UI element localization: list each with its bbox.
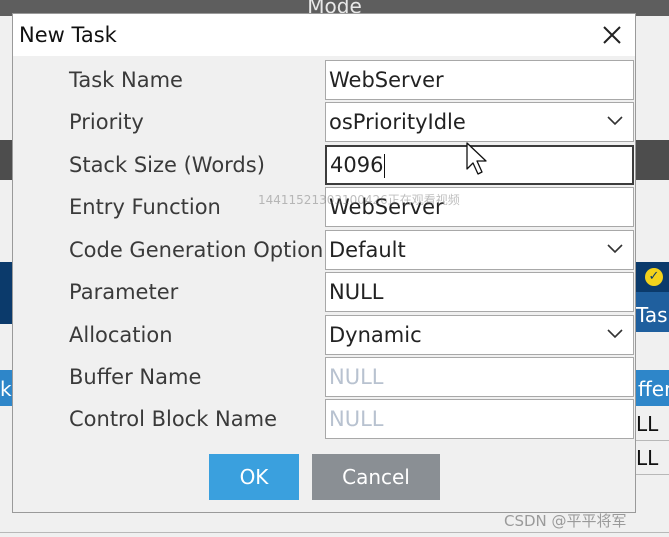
form-row-code-generation: Code Generation Option Default (13, 230, 635, 272)
parameter-label: Parameter (69, 280, 179, 304)
form-row-task-name: Task Name WebServer (13, 60, 635, 102)
task-name-input[interactable]: WebServer (325, 60, 634, 100)
control-block-name-input[interactable]: NULL (325, 399, 634, 439)
cancel-button[interactable]: Cancel (312, 454, 440, 500)
check-circle-icon: ✓ (645, 268, 663, 286)
form-row-control-block-name: Control Block Name NULL (13, 399, 635, 441)
buffer-name-value: NULL (329, 365, 384, 389)
chevron-down-icon (607, 329, 623, 339)
priority-value: osPriorityIdle (329, 110, 466, 134)
cursor-arrow-icon (466, 142, 487, 175)
new-task-dialog: New Task Task Name WebServer Priority os… (12, 13, 636, 513)
allocation-select[interactable]: Dynamic (325, 315, 634, 355)
parameter-value: NULL (329, 280, 384, 304)
dialog-title-bar[interactable]: New Task (13, 14, 635, 56)
form-row-stack-size: Stack Size (Words) 4096 (13, 145, 635, 187)
stack-size-label: Stack Size (Words) (69, 153, 265, 177)
background-bottom-divider (0, 532, 669, 533)
entry-function-label: Entry Function (69, 195, 221, 219)
buffer-name-input[interactable]: NULL (325, 357, 634, 397)
buffer-name-label: Buffer Name (69, 365, 202, 389)
control-block-name-value: NULL (329, 407, 384, 431)
text-caret (384, 154, 386, 178)
control-block-name-label: Control Block Name (69, 407, 278, 431)
priority-label: Priority (69, 110, 144, 134)
form-row-allocation: Allocation Dynamic (13, 315, 635, 357)
allocation-label: Allocation (69, 323, 173, 347)
form-row-buffer-name: Buffer Name NULL (13, 357, 635, 399)
background-header-strip (0, 140, 12, 180)
ok-button[interactable]: OK (209, 454, 299, 500)
background-row-divider (636, 440, 669, 441)
parameter-input[interactable]: NULL (325, 272, 634, 312)
code-generation-value: Default (329, 238, 406, 262)
background-column-text-right: ffer (638, 377, 669, 401)
code-generation-label: Code Generation Option (69, 238, 324, 262)
background-table-header (0, 262, 12, 324)
close-icon (603, 26, 621, 44)
csdn-credit: CSDN @平平将军 (504, 512, 627, 530)
background-column-text-left: k (0, 377, 12, 401)
task-name-value: WebServer (329, 68, 444, 92)
chevron-down-icon (607, 116, 623, 126)
form-row-priority: Priority osPriorityIdle (13, 102, 635, 144)
close-button[interactable] (597, 20, 627, 50)
background-header-strip-right (636, 140, 669, 180)
stack-size-value: 4096 (330, 153, 384, 177)
form-row-parameter: Parameter NULL (13, 272, 635, 314)
priority-select[interactable]: osPriorityIdle (325, 102, 634, 142)
dialog-title: New Task (19, 23, 117, 47)
background-row-divider (636, 474, 669, 475)
video-watermark: 14411521303100426正在观看视频 (258, 193, 460, 207)
background-cell-text: LL (636, 412, 659, 436)
allocation-value: Dynamic (329, 323, 422, 347)
background-tab-text: Tas (636, 303, 668, 327)
background-cell-text: LL (636, 446, 659, 470)
task-name-label: Task Name (69, 68, 183, 92)
code-generation-select[interactable]: Default (325, 230, 634, 270)
chevron-down-icon (607, 244, 623, 254)
